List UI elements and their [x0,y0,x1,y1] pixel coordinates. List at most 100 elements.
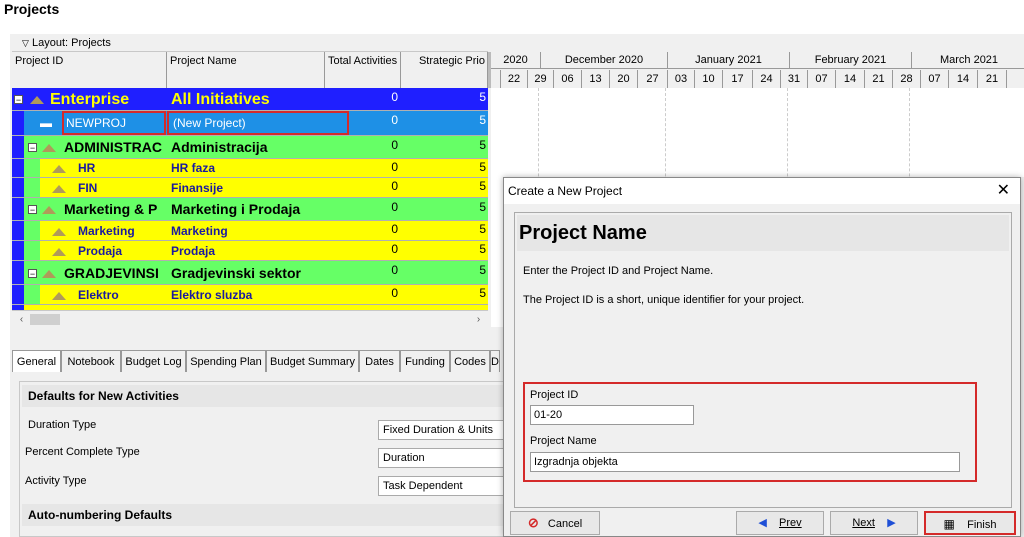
duration-type-select[interactable]: Fixed Duration & Units [378,420,506,440]
table-row[interactable]: Marketing Marketing 0 5 [12,221,488,241]
project-id-cell: Prodaja [78,244,123,258]
duration-type-label: Duration Type [28,419,97,431]
scroll-thumb[interactable] [30,314,60,325]
dialog-instruction: Enter the Project ID and Project Name. [523,265,714,277]
checkered-flag-icon: ▦ [943,517,955,531]
create-project-dialog: Create a New Project ✕ Project Name Ente… [503,177,1021,537]
tab-funding[interactable]: Funding [400,350,450,372]
cancel-icon: ⊘ [527,515,539,530]
activities-cell: 0 [391,222,398,236]
activities-cell: 0 [391,200,398,214]
eps-icon [52,184,66,193]
col-strategic-prio[interactable]: Strategic Prio [401,52,488,88]
project-name-cell[interactable]: (New Project) [167,111,349,135]
project-id-cell[interactable]: NEWPROJ [62,111,166,135]
next-button[interactable]: Next ▶ [830,511,918,535]
activity-type-select[interactable]: Task Dependent [378,476,506,496]
table-horizontal-scrollbar[interactable]: ‹ › [12,310,488,328]
project-id-cell: FIN [78,181,98,195]
activities-cell: 0 [391,286,398,300]
table-row[interactable]: − Marketing & P Marketing i Prodaja 0 5 [12,198,488,221]
project-name-cell: All Initiatives [171,91,270,108]
prio-cell: 5 [479,179,486,193]
week-label: 07 [808,70,836,88]
finish-button[interactable]: ▦ Finish [924,511,1016,535]
week-label: 14 [836,70,865,88]
week-label: 22 [501,70,528,88]
section-autonumbering-header: Auto-numbering Defaults [22,504,504,526]
collapse-icon[interactable]: − [14,95,23,105]
tab-spending-plan[interactable]: Spending Plan [186,350,266,372]
prio-cell: 5 [479,242,486,256]
grid-header: Project ID Project Name Total Activities… [12,52,488,89]
dialog-description: The Project ID is a short, unique identi… [523,294,805,306]
project-name-input[interactable] [530,452,960,472]
collapse-icon[interactable]: − [28,205,37,215]
table-row[interactable]: Prodaja Prodaja 0 5 [12,241,488,261]
table-row[interactable]: − GRADJEVINSI Gradjevinski sektor 0 5 [12,261,488,285]
close-icon[interactable]: ✕ [997,178,1010,204]
tab-notebook[interactable]: Notebook [61,350,121,372]
table-row[interactable]: Elektro Elektro sluzba 0 5 [12,285,488,305]
project-id-input[interactable] [530,405,694,425]
tab-partial[interactable]: D [490,350,500,372]
week-label: 13 [582,70,610,88]
eps-icon [52,291,66,300]
prio-cell: 5 [479,160,486,174]
prev-button[interactable]: ◀ Prev [736,511,824,535]
project-name-cell: Gradjevinski sektor [171,265,301,281]
eps-icon [42,143,56,152]
week-label: 21 [978,70,1007,88]
project-name-cell: Finansije [171,181,224,195]
scroll-left-icon[interactable]: ‹ [14,312,29,327]
table-row[interactable]: FIN Finansije 0 5 [12,178,488,198]
month-label: February 2021 [790,52,912,69]
tab-dates[interactable]: Dates [359,350,400,372]
week-label: 31 [781,70,808,88]
table-row[interactable]: HR HR faza 0 5 [12,159,488,178]
project-name-cell: Elektro sluzba [171,288,253,302]
activities-cell: 0 [391,179,398,193]
eps-icon [52,247,66,256]
scroll-right-icon[interactable]: › [471,312,486,327]
month-label: January 2021 [668,52,790,69]
dialog-title: Create a New Project [504,178,1020,204]
col-project-id[interactable]: Project ID [12,52,167,88]
activities-cell: 0 [391,138,398,152]
activity-type-label: Activity Type [25,475,87,487]
finish-label: Finish [967,519,997,531]
percent-complete-select[interactable]: Duration [378,448,506,468]
tab-budget-log[interactable]: Budget Log [121,350,186,372]
cancel-button[interactable]: ⊘ Cancel [510,511,600,535]
project-name-cell: HR faza [171,161,216,175]
prio-cell: 5 [479,90,486,104]
activities-cell: 0 [391,113,398,127]
project-id-cell: Elektro [78,288,119,302]
project-id-label: Project ID [530,389,579,401]
collapse-icon[interactable]: − [28,269,37,279]
prio-cell: 5 [479,286,486,300]
prev-label: Prev [779,517,802,529]
folder-icon: ▬ [40,116,52,130]
col-total-activities[interactable]: Total Activities [325,52,401,88]
prio-cell: 5 [479,113,486,127]
gantt-header: 2020 December 2020 January 2021 February… [488,52,1024,88]
percent-complete-label: Percent Complete Type [25,446,140,458]
week-label: 29 [528,70,554,88]
table-row[interactable]: − Enterprise All Initiatives 0 5 [12,88,488,111]
activities-cell: 0 [391,242,398,256]
table-row-selected[interactable]: ▬ NEWPROJ (New Project) 0 5 [12,111,488,136]
table-row[interactable]: − ADMINISTRAC Administracija 0 5 [12,136,488,159]
col-project-name[interactable]: Project Name [167,52,325,88]
next-arrow-icon: ▶ [887,517,896,529]
tab-budget-summary[interactable]: Budget Summary [266,350,359,372]
eps-icon [42,269,56,278]
chevron-down-icon[interactable]: ▽ [22,38,29,48]
layout-bar[interactable]: ▽ Layout: Projects [12,35,488,52]
project-id-cell: GRADJEVINSI [64,265,159,281]
tab-codes[interactable]: Codes [450,350,490,372]
eps-icon [52,164,66,173]
collapse-icon[interactable]: − [28,143,37,153]
prio-cell: 5 [479,200,486,214]
tab-general[interactable]: General [12,350,61,372]
